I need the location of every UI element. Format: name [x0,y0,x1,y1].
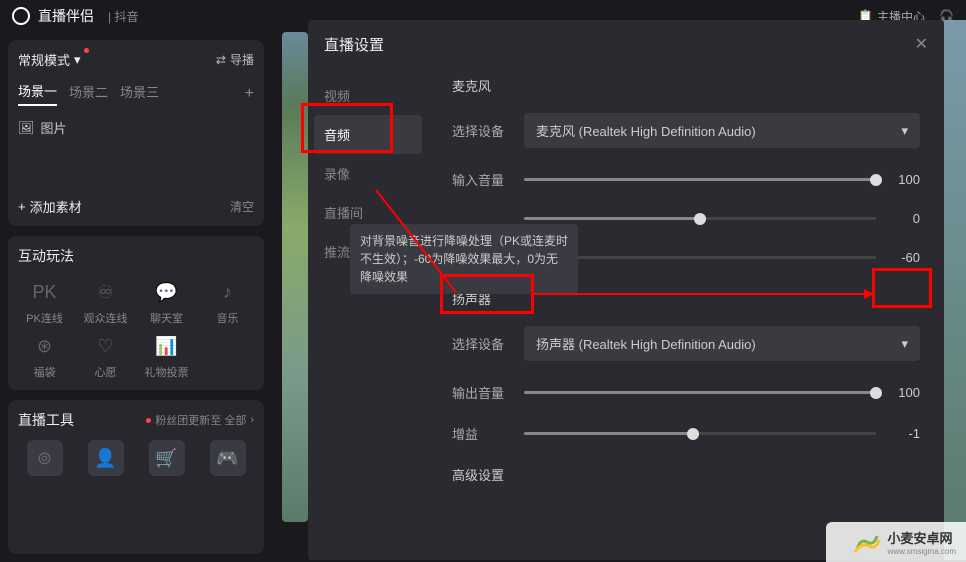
watermark: 小麦安卓网 www.xmsigma.com [852,528,956,556]
mic-device-label: 选择设备 [452,121,512,140]
scene-tab-2[interactable]: 场景二 [69,82,108,105]
app-name: 直播伴侣 [38,6,94,26]
preview-strip [944,20,966,560]
watermark-logo-icon [852,530,882,554]
interact-label: 心愿 [95,364,117,380]
app-logo-icon [12,7,30,25]
interact-item-5[interactable]: ♡ 心愿 [79,334,132,380]
mode-selector[interactable]: 常规模式 ▾ [18,50,81,69]
interact-item-4[interactable]: ⊛ 福袋 [18,334,71,380]
output-vol-value: 100 [888,385,920,400]
chevron-down-icon: ▾ [901,336,908,352]
gain-value: -1 [888,426,920,441]
modal-title: 直播设置 [324,34,384,55]
tool-icon: 🎮 [210,440,246,476]
interact-label: 福袋 [34,364,56,380]
interact-icon: ⊛ [33,334,57,358]
image-icon: 🖼 [18,120,35,136]
tab-video[interactable]: 视频 [308,76,428,115]
noise-value: -60 [888,250,920,265]
interact-label: 音乐 [217,310,239,326]
interact-item-6[interactable]: 📊 礼物投票 [140,334,193,380]
add-material-button[interactable]: + 添加素材 [18,197,82,216]
interact-item-1[interactable]: ♾ 观众连线 [79,280,132,326]
output-vol-slider[interactable] [524,391,876,394]
noise-tooltip: 对背景噪音进行降噪处理（PK或连麦时不生效）；-60为降噪效果最大，0为无降噪效… [350,224,578,294]
interact-title: 互动玩法 [18,246,254,266]
interact-icon: ♡ [94,334,118,358]
interact-label: 礼物投票 [145,364,189,380]
image-item[interactable]: 🖼 图片 [18,118,254,137]
clear-button[interactable]: 清空 [230,198,254,215]
gain-label: 增益 [452,424,512,443]
interact-item-0[interactable]: PK PK连线 [18,280,71,326]
gain-slider[interactable] [524,432,876,435]
mic-value-2: 0 [888,211,920,226]
tab-record[interactable]: 录像 [308,154,428,193]
mic-section-title: 麦克风 [452,76,920,95]
tool-icon: 🛒 [149,440,185,476]
interact-icon: PK [33,280,57,304]
input-vol-value: 100 [888,172,920,187]
speaker-device-label: 选择设备 [452,334,512,353]
interact-icon: ♪ [216,280,240,304]
annotation-arrow [534,293,872,295]
close-icon[interactable]: ✕ [915,34,928,54]
interact-icon: 📊 [155,334,179,358]
speaker-device-select[interactable]: 扬声器 (Realtek High Definition Audio) ▾ [524,326,920,361]
notification-dot [84,48,89,53]
output-vol-label: 输出音量 [452,383,512,402]
interact-label: 观众连线 [84,310,128,326]
interact-icon: 💬 [155,280,179,304]
interact-item-2[interactable]: 💬 聊天室 [140,280,193,326]
chevron-down-icon: ▾ [74,52,81,68]
interact-label: PK连线 [26,310,63,326]
tool-item-1[interactable]: 👤 [79,440,132,476]
chevron-right-icon: › [250,414,254,426]
interact-item-3[interactable]: ♪ 音乐 [201,280,254,326]
mic-device-select[interactable]: 麦克风 (Realtek High Definition Audio) ▾ [524,113,920,148]
input-vol-slider[interactable] [524,178,876,181]
tools-update[interactable]: 粉丝团更新至 全部 › [146,412,254,428]
scene-tab-1[interactable]: 场景一 [18,81,57,106]
add-scene-button[interactable]: + [245,85,254,103]
tools-title: 直播工具 [18,410,74,430]
tool-item-0[interactable]: ⊚ [18,440,71,476]
input-vol-label: 输入音量 [452,170,512,189]
chevron-down-icon: ▾ [901,123,908,139]
advanced-section-title: 高级设置 [452,465,920,484]
mic-slider-2[interactable] [524,217,876,220]
update-dot [146,418,151,423]
director-button[interactable]: ⇄ 导播 [216,51,254,68]
scene-tab-3[interactable]: 场景三 [120,82,159,105]
tool-item-3[interactable]: 🎮 [201,440,254,476]
tool-item-2[interactable]: 🛒 [140,440,193,476]
preview-thumbnail [282,32,308,522]
interact-label: 聊天室 [150,310,183,326]
plus-icon: + [18,199,26,214]
app-sub: | 抖音 [108,8,138,25]
swap-icon: ⇄ [216,53,226,67]
tool-icon: 👤 [88,440,124,476]
interact-icon: ♾ [94,280,118,304]
tool-icon: ⊚ [27,440,63,476]
tab-audio[interactable]: 音频 [314,115,422,154]
